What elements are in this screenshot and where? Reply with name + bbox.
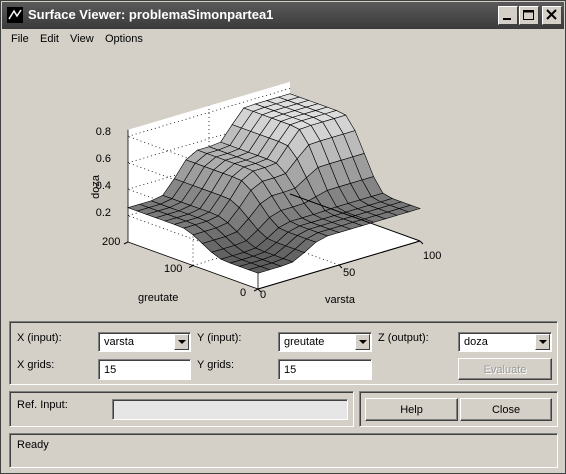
menu-view[interactable]: View <box>70 33 94 45</box>
x-input-select[interactable]: varsta <box>98 332 191 352</box>
y-tick-label: 0 <box>240 287 246 299</box>
z-output-value: doza <box>464 336 488 348</box>
ref-input-label: Ref. Input: <box>17 399 68 411</box>
close-window-button[interactable] <box>542 6 562 25</box>
surface-plot-area[interactable]: 0.8 0.6 0.4 0.2 doza 200 100 0 greutate … <box>4 51 563 316</box>
y-grids-label: Y grids: <box>197 359 235 371</box>
maximize-button[interactable] <box>519 6 539 25</box>
x-tick-label: 100 <box>423 250 441 262</box>
y-tick-label: 200 <box>102 236 120 248</box>
y-input-select[interactable]: greutate <box>278 332 372 352</box>
status-text: Ready <box>17 439 49 451</box>
chevron-down-icon[interactable] <box>535 334 550 350</box>
x-tick-label: 0 <box>260 289 266 301</box>
z-output-label: Z (output): <box>378 332 429 344</box>
matlab-app-icon <box>7 7 23 23</box>
evaluate-button[interactable]: Evaluate <box>458 358 552 380</box>
axis-line <box>123 241 129 245</box>
minimize-icon <box>503 18 511 20</box>
y-axis-label: greutate <box>138 292 178 304</box>
y-grids-input[interactable]: 15 <box>278 359 372 380</box>
x-grids-input[interactable]: 15 <box>98 359 191 380</box>
maximize-icon <box>523 10 534 20</box>
close-button[interactable]: Close <box>460 398 552 421</box>
x-grids-label: X grids: <box>17 359 55 371</box>
x-tick-label: 50 <box>343 267 355 279</box>
minimize-button[interactable] <box>498 6 518 25</box>
x-input-value: varsta <box>104 336 134 348</box>
buttons-panel: Help Close <box>359 391 558 427</box>
help-button[interactable]: Help <box>365 398 458 421</box>
menu-edit[interactable]: Edit <box>40 33 59 45</box>
io-panel: X (input): varsta Y (input): greutate Z … <box>9 321 558 385</box>
axis-line <box>419 240 424 245</box>
axis-line <box>253 288 259 292</box>
x-input-label: X (input): <box>17 332 62 344</box>
surface-viewer-window: Surface Viewer: problemaSimonpartea1 Fil… <box>0 0 566 474</box>
ref-input-field[interactable] <box>112 399 348 420</box>
z-tick-label: 0.2 <box>96 207 111 219</box>
ref-input-panel: Ref. Input: <box>9 391 354 427</box>
window-title: Surface Viewer: problemaSimonpartea1 <box>28 7 274 22</box>
close-icon <box>546 9 557 20</box>
z-axis-label: doza <box>90 174 102 199</box>
y-input-value: greutate <box>284 336 325 348</box>
surface-plot[interactable]: 0.8 0.6 0.4 0.2 doza 200 100 0 greutate … <box>4 51 563 316</box>
z-tick-label: 0.8 <box>96 126 111 138</box>
menu-bar: File Edit View Options <box>2 30 564 50</box>
menu-options[interactable]: Options <box>105 33 143 45</box>
menu-file[interactable]: File <box>11 33 29 45</box>
title-bar[interactable]: Surface Viewer: problemaSimonpartea1 <box>2 2 564 29</box>
axis-line <box>338 264 343 269</box>
axis-line <box>188 265 194 268</box>
y-tick-label: 100 <box>164 263 182 275</box>
y-input-label: Y (input): <box>197 332 242 344</box>
z-output-select[interactable]: doza <box>458 332 552 352</box>
z-tick-label: 0.6 <box>96 153 111 165</box>
chevron-down-icon[interactable] <box>355 334 370 350</box>
x-axis-label: varsta <box>325 294 356 306</box>
chevron-down-icon[interactable] <box>174 334 189 350</box>
status-bar: Ready <box>9 433 558 468</box>
